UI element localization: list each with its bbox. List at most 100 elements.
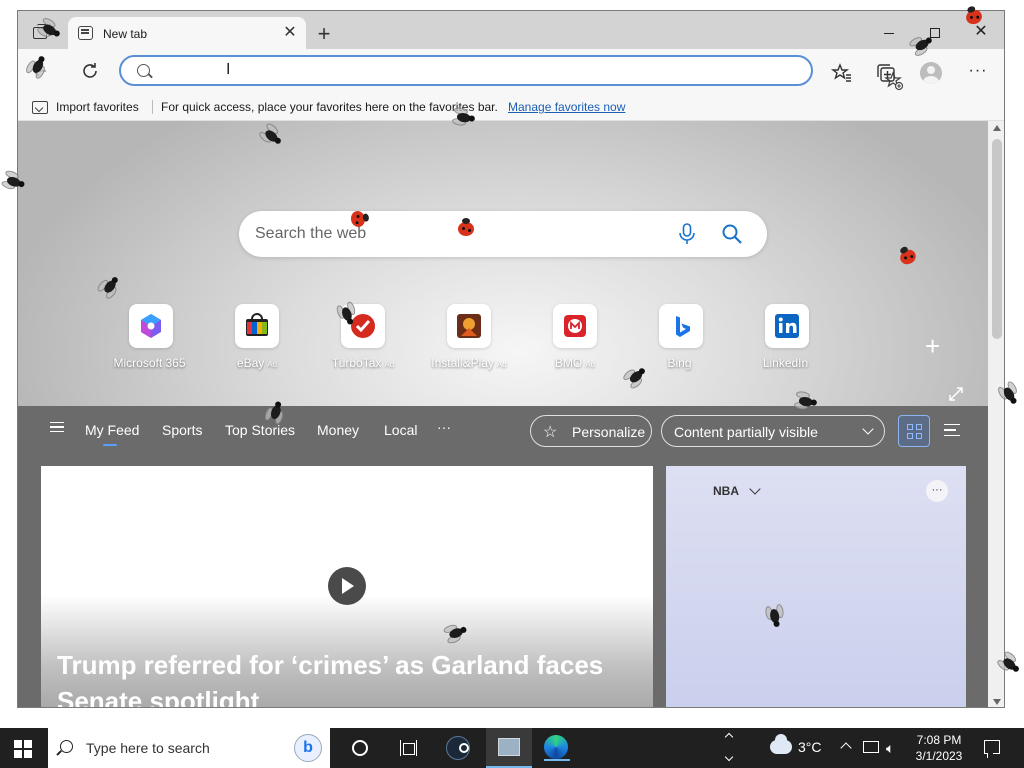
cloud-icon — [770, 734, 792, 754]
steam-icon[interactable] — [446, 736, 470, 760]
card-more-icon[interactable]: ··· — [926, 480, 948, 502]
quick-link-bing[interactable]: Bing — [631, 304, 731, 370]
task-view-icon[interactable] — [400, 740, 418, 756]
favorites-icon[interactable] — [830, 61, 854, 85]
nba-league-dropdown[interactable]: NBA — [713, 483, 761, 498]
windows-start-icon[interactable] — [14, 740, 32, 758]
feed-menu-icon[interactable] — [50, 422, 64, 432]
grid-layout-icon[interactable] — [898, 415, 930, 447]
hero-news-card[interactable]: Trump referred for ‘crimes’ as Garland f… — [41, 466, 653, 707]
tab-strip: New tab ✕ + ✕ — [18, 11, 1004, 49]
tab-money[interactable]: Money — [317, 422, 359, 438]
quick-link-ad: Ad — [267, 360, 278, 369]
new-tab-plus-icon[interactable]: + — [312, 23, 336, 47]
weather-temperature: 3°C — [798, 739, 822, 755]
settings-more-icon[interactable]: ··· — [966, 61, 990, 85]
quick-link-install-play[interactable]: Install&Play Ad — [419, 304, 519, 370]
photos-app-icon[interactable] — [486, 728, 532, 768]
edge-icon[interactable] — [544, 735, 570, 761]
content-visibility-value: Content partially visible — [674, 424, 818, 440]
address-bar[interactable]: I — [119, 55, 904, 91]
quick-link-label: LinkedIn — [762, 356, 809, 370]
address-input[interactable] — [161, 60, 761, 81]
quick-link-linkedin[interactable]: LinkedIn — [737, 304, 837, 370]
tab-new-tab[interactable]: New tab ✕ — [68, 17, 306, 49]
taskbar-search-box[interactable]: b — [48, 728, 330, 768]
bing-search-icon[interactable] — [721, 223, 743, 245]
tab-local[interactable]: Local — [384, 422, 417, 438]
hero-headline[interactable]: Trump referred for ‘crimes’ as Garland f… — [57, 647, 647, 707]
taskbar-scroll-arrows[interactable] — [724, 730, 736, 766]
ladybug-icon — [347, 208, 370, 231]
profile-avatar[interactable] — [918, 61, 942, 85]
clock-time: 7:08 PM — [916, 733, 962, 747]
import-favorites-button[interactable]: Import favorites — [32, 97, 139, 117]
web-search-input[interactable] — [255, 223, 655, 245]
quick-link-ad: Ad — [585, 360, 596, 369]
feed-content: Trump referred for ‘crimes’ as Garland f… — [18, 456, 988, 707]
favorites-bar: Import favorites For quick access, place… — [18, 93, 1004, 121]
search-icon — [60, 740, 73, 753]
taskbar-search-input[interactable] — [86, 738, 286, 758]
bing-icon — [659, 304, 703, 348]
microphone-icon[interactable] — [677, 223, 697, 245]
clock-date: 3/1/2023 — [915, 749, 963, 763]
personalize-star-icon: ☆ — [543, 424, 558, 441]
tab-my-feed[interactable]: My Feed — [85, 422, 139, 446]
system-clock[interactable]: 7:08 PM 3/1/2023 — [906, 732, 972, 764]
scrollbar-thumb[interactable] — [992, 139, 1002, 339]
personalize-label: Personalize — [572, 424, 646, 440]
minimize-button[interactable] — [874, 19, 904, 45]
show-hidden-icons-chevron-icon[interactable] — [840, 742, 852, 754]
feed-navigation: My Feed Sports Top Stories Money Local ·… — [18, 406, 988, 456]
quick-link-label: Microsoft 365 — [113, 356, 186, 370]
page-scrollbar[interactable] — [988, 121, 1004, 707]
bing-chat-icon[interactable]: b — [294, 734, 322, 762]
scroll-up-icon[interactable] — [993, 125, 1001, 131]
weather-widget[interactable]: 3°C — [770, 734, 822, 755]
linkedin-icon — [765, 304, 809, 348]
favorites-bar-message: For quick access, place your favorites h… — [161, 100, 498, 114]
content-visibility-dropdown[interactable]: Content partially visible — [661, 415, 885, 447]
quick-link-label: TurboTax — [331, 356, 382, 370]
search-icon — [137, 64, 150, 77]
refresh-icon[interactable] — [78, 59, 102, 83]
quick-link-label: eBay — [236, 356, 265, 370]
quick-link-label: BMO — [554, 356, 583, 370]
scroll-down-icon[interactable] — [993, 699, 1001, 705]
collections-icon[interactable] — [874, 61, 898, 85]
volume-icon[interactable]: 🔈︎ — [886, 740, 902, 756]
add-quick-link-plus-icon[interactable]: + — [925, 331, 940, 362]
tab-sports[interactable]: Sports — [162, 422, 202, 438]
quick-link-ad: Ad — [496, 360, 507, 369]
web-search-box[interactable] — [239, 211, 767, 257]
notifications-icon[interactable] — [984, 740, 1000, 758]
quick-link-label: Bing — [667, 356, 692, 370]
list-layout-icon[interactable] — [944, 424, 960, 436]
tab-top-stories[interactable]: Top Stories — [225, 422, 295, 438]
text-cursor-icon: I — [226, 61, 231, 78]
quick-link-ebay[interactable]: eBay Ad — [207, 304, 307, 370]
personalize-button[interactable]: ☆ Personalize — [530, 415, 652, 447]
browser-toolbar: I ··· — [18, 49, 1004, 93]
tab-title: New tab — [103, 27, 148, 41]
ebay-icon — [235, 304, 279, 348]
windows-taskbar: b 3°C 🔈︎ 7:08 PM 3/1/2023 — [0, 728, 1024, 768]
network-icon[interactable] — [863, 741, 879, 753]
desktop: New tab ✕ + ✕ I ··· Import favorites For… — [0, 0, 1024, 768]
ladybug-icon — [456, 218, 476, 238]
favorites-divider — [152, 100, 153, 114]
quick-link-label: Install&Play — [431, 356, 494, 370]
tab-close-icon[interactable]: ✕ — [280, 23, 300, 43]
cortana-icon[interactable] — [352, 740, 368, 756]
play-video-icon[interactable] — [328, 567, 366, 605]
quick-link-microsoft-365[interactable]: Microsoft 365 — [101, 304, 201, 370]
quick-link-bmo[interactable]: BMO Ad — [525, 304, 625, 370]
import-favorites-label: Import favorites — [56, 100, 139, 114]
quick-link-turbotax[interactable]: TurboTax Ad — [313, 304, 413, 370]
nba-scores-card: NBA ··· — [666, 466, 966, 707]
expand-icon[interactable] — [948, 386, 964, 402]
manage-favorites-link[interactable]: Manage favorites now — [508, 100, 625, 114]
feed-more-icon[interactable]: ··· — [437, 419, 451, 435]
edge-browser-window: New tab ✕ + ✕ I ··· Import favorites For… — [17, 10, 1005, 708]
